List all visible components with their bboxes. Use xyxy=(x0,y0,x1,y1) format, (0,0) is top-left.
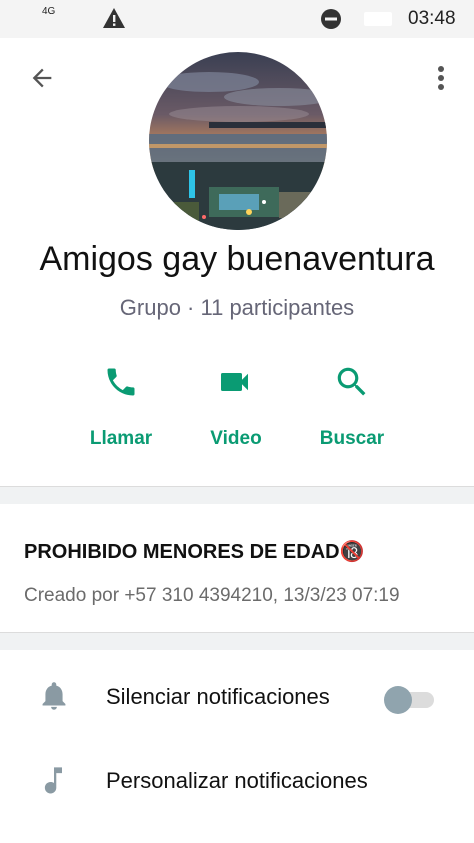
call-button[interactable]: Llamar xyxy=(71,360,171,456)
search-label: Buscar xyxy=(319,428,385,449)
network-indicator: 4G xyxy=(42,6,56,17)
music-note-icon xyxy=(40,764,68,801)
group-description[interactable]: PROHIBIDO MENORES DE EDAD🔞 xyxy=(24,539,365,564)
do-not-disturb-icon xyxy=(320,8,342,35)
mute-toggle[interactable] xyxy=(384,686,434,714)
search-icon xyxy=(337,367,366,396)
group-avatar[interactable] xyxy=(149,52,327,230)
video-label: Video xyxy=(210,428,262,449)
call-label: Llamar xyxy=(89,428,153,449)
more-options-button[interactable] xyxy=(426,60,456,96)
created-by-text: Creado por +57 310 4394210, 13/3/23 07:1… xyxy=(24,585,400,606)
battery-icon xyxy=(364,12,392,26)
search-button[interactable]: Buscar xyxy=(302,360,402,456)
group-participants[interactable]: Grupo · 11 participantes xyxy=(0,295,474,321)
video-button[interactable]: Video xyxy=(186,360,286,456)
section-divider xyxy=(0,632,474,650)
toggle-knob xyxy=(384,686,412,714)
phone-icon xyxy=(107,368,135,396)
warning-icon xyxy=(102,7,126,34)
arrow-back-icon xyxy=(32,68,52,88)
custom-notifications-label: Personalizar notificaciones xyxy=(106,768,368,793)
mute-notifications-label: Silenciar notificaciones xyxy=(106,684,330,709)
group-name: Amigos gay buenaventura xyxy=(39,240,435,278)
back-button[interactable] xyxy=(24,60,60,96)
status-bar: 4G 03:48 xyxy=(0,0,474,38)
video-icon xyxy=(221,373,248,391)
custom-notifications-row[interactable]: Personalizar notificaciones xyxy=(0,746,474,816)
mute-notifications-row[interactable]: Silenciar notificaciones xyxy=(0,662,474,732)
more-vert-icon xyxy=(438,66,444,90)
action-buttons: Llamar Video Buscar xyxy=(0,360,474,460)
bell-icon xyxy=(40,680,68,717)
clock: 03:48 xyxy=(408,8,456,29)
section-divider xyxy=(0,486,474,504)
